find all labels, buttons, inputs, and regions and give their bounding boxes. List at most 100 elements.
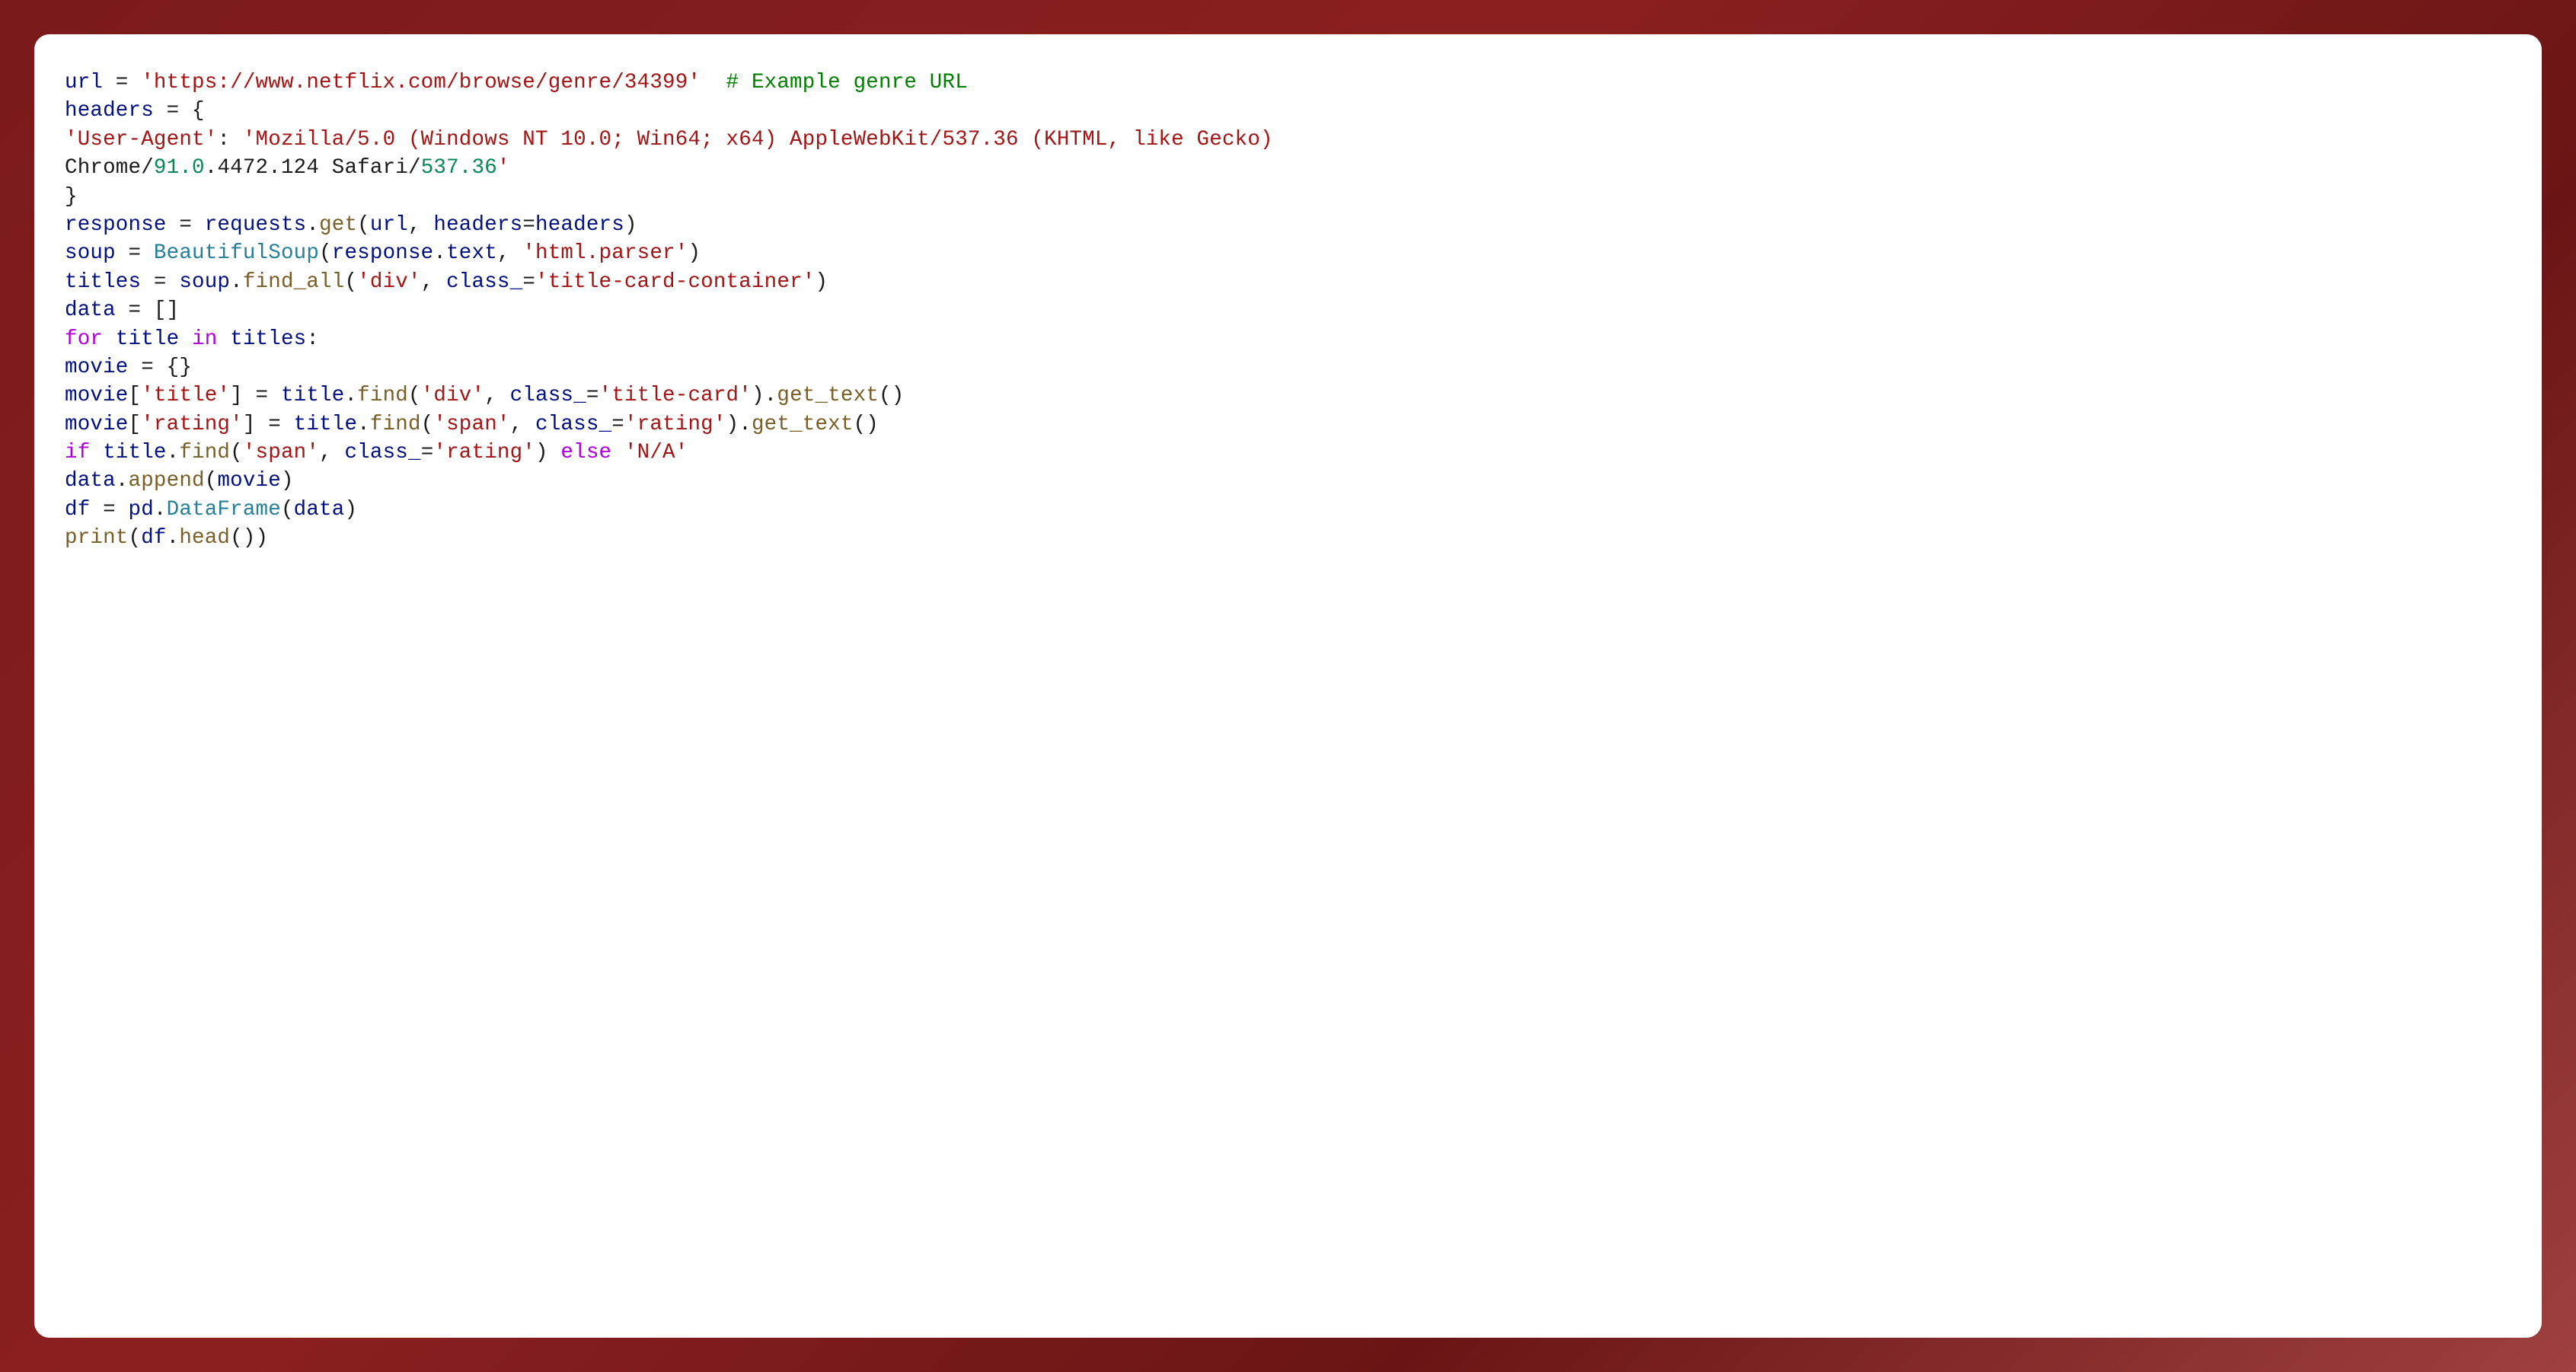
- code-token: 'rating': [141, 413, 243, 436]
- code-token: (: [319, 241, 332, 265]
- code-token: 'rating': [433, 441, 535, 464]
- code-token: headers: [535, 213, 624, 237]
- code-token: ': [497, 156, 510, 180]
- code-token: text: [446, 241, 497, 265]
- code-block-container: url = 'https://www.netflix.com/browse/ge…: [34, 34, 2542, 1338]
- code-token: df: [141, 526, 166, 550]
- code-line-11: movie['title'] = title.find('div', class…: [65, 381, 2511, 410]
- code-token: =: [586, 384, 599, 407]
- code-token: }: [65, 185, 78, 209]
- code-token: movie: [65, 384, 129, 407]
- code-line-7: titles = soup.find_all('div', class_='ti…: [65, 268, 2511, 296]
- code-token: class_: [535, 413, 611, 436]
- code-token: (: [408, 384, 421, 407]
- code-token: BeautifulSoup: [154, 241, 319, 265]
- code-token: [217, 327, 230, 351]
- code-line-2: 'User-Agent': 'Mozilla/5.0 (Windows NT 1…: [65, 126, 2511, 154]
- code-token: find: [357, 384, 408, 407]
- code-token: ,: [510, 413, 535, 436]
- code-token: url: [65, 71, 103, 94]
- code-line-15: df = pd.DataFrame(data): [65, 496, 2511, 524]
- code-token: get_text: [752, 413, 854, 436]
- code-token: [: [129, 413, 142, 436]
- code-token: (: [357, 213, 370, 237]
- code-token: (): [854, 413, 879, 436]
- code-token: [179, 327, 192, 351]
- code-token: title: [281, 384, 345, 407]
- code-token: (: [344, 270, 357, 294]
- code-token: ): [535, 441, 560, 464]
- code-token: response: [332, 241, 434, 265]
- code-token: head: [179, 526, 230, 550]
- code-line-16: print(df.head()): [65, 524, 2511, 552]
- code-line-10: movie = {}: [65, 353, 2511, 381]
- code-token: Chrome/: [65, 156, 154, 180]
- code-token: movie: [65, 356, 129, 379]
- code-token: [103, 327, 116, 351]
- code-token: DataFrame: [167, 498, 281, 522]
- code-token: = []: [116, 298, 180, 322]
- code-token: .: [344, 384, 357, 407]
- code-token: title: [103, 441, 167, 464]
- code-token: find_all: [243, 270, 345, 294]
- code-token: 4472.124: [217, 156, 319, 180]
- code-token: 'div': [421, 384, 485, 407]
- code-token: =: [103, 71, 141, 94]
- code-token: [90, 441, 103, 464]
- code-line-3: Chrome/91.0.4472.124 Safari/537.36': [65, 154, 2511, 182]
- code-token: if: [65, 441, 90, 464]
- code-token: get: [319, 213, 357, 237]
- code-token: .: [167, 441, 180, 464]
- code-token: .: [306, 213, 319, 237]
- code-line-8: data = []: [65, 296, 2511, 324]
- code-token: ).: [726, 413, 752, 436]
- code-token: headers: [433, 213, 522, 237]
- code-token: pd: [129, 498, 154, 522]
- code-token: in: [192, 327, 217, 351]
- code-token: ): [281, 469, 294, 493]
- code-token: ,: [497, 241, 522, 265]
- code-token: .: [154, 498, 167, 522]
- code-token: .: [357, 413, 370, 436]
- code-token: # Example genre URL: [726, 71, 968, 94]
- code-token: (: [281, 498, 294, 522]
- code-line-14: data.append(movie): [65, 467, 2511, 495]
- code-token: [701, 71, 726, 94]
- code-token: url: [370, 213, 408, 237]
- code-token: .: [433, 241, 446, 265]
- code-token: df: [65, 498, 90, 522]
- code-token: =: [522, 270, 535, 294]
- code-token: class_: [510, 384, 586, 407]
- code-token: 'title-card-container': [535, 270, 815, 294]
- code-line-4: }: [65, 183, 2511, 211]
- code-token: =: [90, 498, 128, 522]
- code-token: print: [65, 526, 129, 550]
- code-token: (: [230, 441, 243, 464]
- code-token: title: [294, 413, 358, 436]
- code-token: 'html.parser': [522, 241, 688, 265]
- code-token: movie: [217, 469, 281, 493]
- code-token: ] =: [230, 384, 281, 407]
- code-content: url = 'https://www.netflix.com/browse/ge…: [65, 69, 2511, 553]
- code-token: for: [65, 327, 103, 351]
- code-token: data: [65, 298, 116, 322]
- code-token: soup: [179, 270, 230, 294]
- code-token: =: [141, 270, 179, 294]
- code-token: ,: [319, 441, 344, 464]
- code-token: movie: [65, 413, 129, 436]
- code-token: = {: [154, 99, 205, 123]
- code-token: =: [522, 213, 535, 237]
- code-token: response: [65, 213, 167, 237]
- code-token: title: [116, 327, 180, 351]
- code-token: 'N/A': [624, 441, 688, 464]
- code-token: (): [879, 384, 904, 407]
- code-token: 537.36: [421, 156, 497, 180]
- code-token: ): [815, 270, 828, 294]
- code-token: titles: [65, 270, 141, 294]
- code-token: ): [344, 498, 357, 522]
- code-token: Safari/: [319, 156, 421, 180]
- code-token: .: [230, 270, 243, 294]
- code-token: data: [65, 469, 116, 493]
- code-token: class_: [446, 270, 522, 294]
- code-token: get_text: [777, 384, 879, 407]
